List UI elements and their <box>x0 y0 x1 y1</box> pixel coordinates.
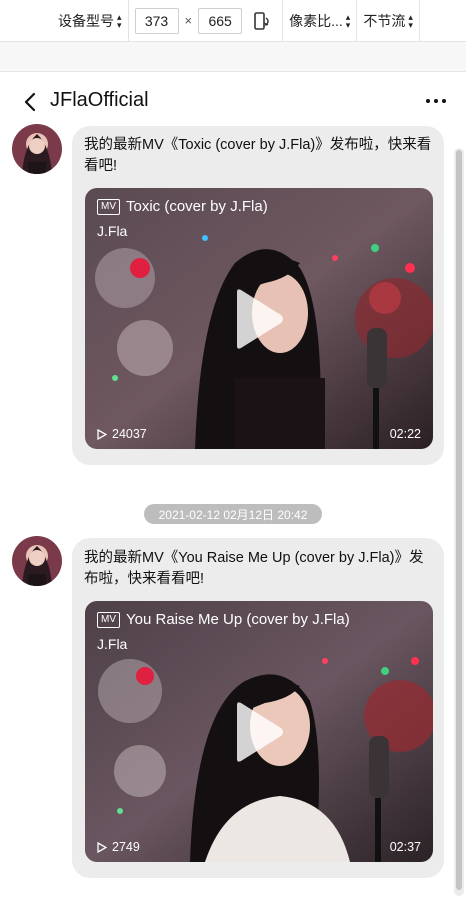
caret-icon: ▴ ▾ <box>117 11 122 30</box>
caret-icon: ▴ ▾ <box>408 11 413 30</box>
more-options-icon[interactable] <box>426 99 446 103</box>
app-header: JFlaOfficial <box>0 73 466 129</box>
rotate-button[interactable] <box>242 11 282 31</box>
avatar[interactable] <box>12 536 62 586</box>
viewport-gap <box>0 42 466 72</box>
mv-artist: J.Fla <box>97 636 128 652</box>
play-count-icon <box>97 841 107 853</box>
message-text: 我的最新MV《You Raise Me Up (cover by J.Fla)》… <box>84 550 424 587</box>
pixel-ratio-label: 像素比... <box>289 12 343 29</box>
devtools-toolbar: 设备型号 ▴ ▾ 373 × 665 像素比... ▴ ▾ 不节流 ▴ ▾ <box>0 0 466 42</box>
mv-title-text: Toxic (cover by J.Fla) <box>126 198 268 215</box>
view-count: 24037 <box>97 427 147 441</box>
view-count-value: 2749 <box>112 840 140 854</box>
mv-card[interactable]: MV You Raise Me Up (cover by J.Fla) J.Fl… <box>85 601 433 862</box>
mv-title-text: You Raise Me Up (cover by J.Fla) <box>126 611 350 628</box>
mv-badge: MV <box>97 198 120 215</box>
mv-title: MV You Raise Me Up (cover by J.Fla) <box>97 611 350 628</box>
width-input[interactable]: 373 <box>134 7 179 34</box>
mv-badge: MV <box>97 611 120 628</box>
message-text: 我的最新MV《Toxic (cover by J.Fla)》发布啦，快来看看吧! <box>84 137 432 174</box>
throttle-select[interactable]: 不节流 ▴ ▾ <box>357 0 419 42</box>
mv-card[interactable]: MV Toxic (cover by J.Fla) J.Fla 24037 02… <box>85 188 433 449</box>
play-count-icon <box>97 428 107 440</box>
scrollbar-thumb[interactable] <box>456 150 462 890</box>
duration: 02:37 <box>389 840 421 854</box>
rotate-icon <box>254 11 269 30</box>
duration: 02:22 <box>389 427 421 441</box>
play-icon[interactable] <box>233 701 285 763</box>
pixel-ratio-select[interactable]: 像素比... ▴ ▾ <box>283 0 356 42</box>
play-icon[interactable] <box>233 288 285 350</box>
throttle-label: 不节流 <box>363 12 406 29</box>
device-model-select[interactable]: 设备型号 ▴ ▾ <box>52 0 128 42</box>
view-count: 2749 <box>97 840 140 854</box>
avatar[interactable] <box>12 124 62 174</box>
divider <box>127 0 129 42</box>
page-title: JFlaOfficial <box>50 89 149 111</box>
device-model-label: 设备型号 <box>58 12 114 29</box>
divider <box>418 0 420 42</box>
timestamp: 2021-02-12 02月12日 20:42 <box>144 504 322 524</box>
mv-title: MV Toxic (cover by J.Fla) <box>97 198 268 215</box>
caret-icon: ▴ ▾ <box>345 11 351 30</box>
back-arrow-icon[interactable] <box>20 91 42 113</box>
view-count-value: 24037 <box>112 427 147 441</box>
times-sign: × <box>184 13 193 28</box>
height-input[interactable]: 665 <box>198 7 243 34</box>
mv-artist: J.Fla <box>97 223 128 239</box>
